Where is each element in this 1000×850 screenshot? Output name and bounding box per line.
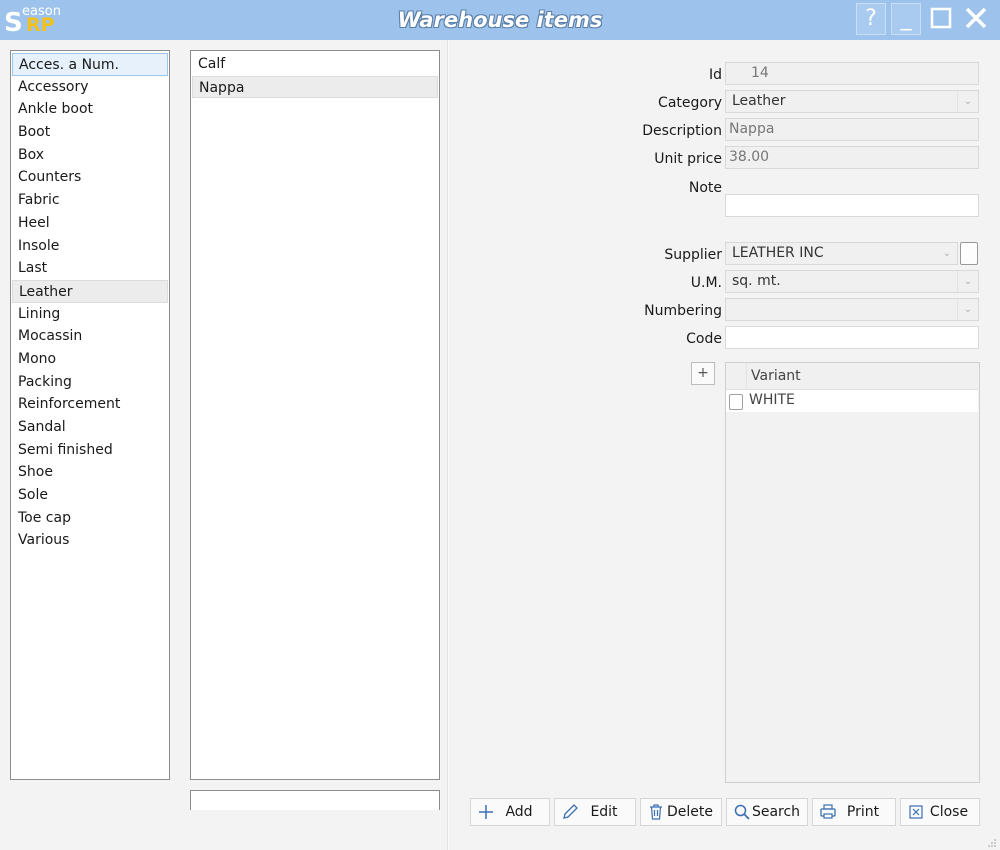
list-item[interactable]: Accessory [12, 76, 168, 99]
variant-grid-header: Variant [726, 363, 978, 390]
list-item[interactable]: Counters [12, 166, 168, 189]
add-button[interactable]: Add [470, 798, 550, 826]
supplier-dropdown[interactable]: LEATHER INC ⌄ [725, 242, 958, 265]
supplier-lookup-button[interactable] [960, 242, 978, 265]
list-item[interactable]: Heel [12, 212, 168, 235]
print-button[interactable]: Print [812, 798, 896, 826]
close-button-label: Close [929, 804, 969, 820]
chevron-down-icon: ⌄ [957, 271, 978, 292]
note-field[interactable] [725, 194, 979, 217]
list-item[interactable]: Mocassin [12, 325, 168, 348]
list-item[interactable]: Fabric [12, 189, 168, 212]
note-label: Note [688, 180, 722, 196]
list-item[interactable]: Sole [12, 484, 168, 507]
variant-column-header: Variant [751, 368, 801, 384]
list-item[interactable]: Shoe [12, 461, 168, 484]
um-dropdown[interactable]: sq. mt. ⌄ [725, 270, 979, 293]
chevron-down-icon: ⌄ [957, 91, 978, 112]
maximize-icon [930, 7, 952, 29]
category-label: Category [658, 95, 722, 111]
supplier-value: LEATHER INC [732, 245, 824, 261]
variant-cell: WHITE [749, 392, 795, 408]
um-value: sq. mt. [732, 273, 781, 289]
edit-button[interactable]: Edit [554, 798, 636, 826]
search-button[interactable]: Search [726, 798, 808, 826]
maximize-button[interactable] [926, 3, 956, 35]
help-button[interactable]: ? [856, 3, 886, 35]
chevron-down-icon: ⌄ [942, 248, 952, 259]
list-item[interactable]: Various [12, 529, 168, 552]
list-item[interactable]: Ankle boot [12, 98, 168, 121]
table-row[interactable]: WHITE [726, 390, 978, 412]
item-form: Id 14 Category Leather ⌄ Description Nap… [449, 40, 1000, 850]
id-field: 14 [725, 62, 979, 85]
list-item[interactable]: Packing [12, 371, 168, 394]
chevron-down-icon: ⌄ [957, 299, 978, 320]
code-label: Code [686, 331, 722, 347]
list-item[interactable]: Sandal [12, 416, 168, 439]
variant-grid[interactable]: Variant WHITE [725, 362, 980, 783]
window-title: Warehouse items [397, 8, 603, 32]
delete-button-label: Delete [667, 804, 713, 820]
grid-corner [726, 363, 747, 389]
list-item[interactable]: Leather [12, 279, 168, 303]
list-item[interactable]: Last [12, 257, 168, 280]
code-field[interactable] [725, 326, 979, 349]
item-list[interactable]: Calf Nappa [190, 50, 440, 780]
edit-button-label: Edit [590, 804, 618, 820]
list-item[interactable]: Reinforcement [12, 393, 168, 416]
numbering-dropdown[interactable]: ⌄ [725, 298, 979, 321]
list-item[interactable]: Calf [192, 53, 438, 76]
list-item[interactable]: Toe cap [12, 507, 168, 530]
list-item[interactable]: Boot [12, 121, 168, 144]
search-button-label: Search [751, 804, 801, 820]
list-item[interactable]: Box [12, 144, 168, 167]
minimize-icon: _ [900, 6, 912, 31]
help-icon: ? [865, 6, 877, 31]
category-value: Leather [732, 93, 786, 109]
list-item[interactable]: Acces. a Num. [12, 53, 168, 76]
close-button[interactable]: Close [900, 798, 980, 826]
row-checkbox[interactable] [729, 394, 743, 410]
list-item[interactable]: Mono [12, 348, 168, 371]
print-button-label: Print [846, 804, 880, 820]
list-item[interactable]: Semi finished [12, 439, 168, 462]
list-item[interactable]: Nappa [192, 75, 438, 99]
resize-grip-icon[interactable] [987, 838, 997, 848]
supplier-label: Supplier [664, 247, 722, 263]
id-label: Id [708, 67, 722, 83]
delete-button[interactable]: Delete [640, 798, 722, 826]
description-label: Description [642, 123, 722, 139]
title-bar: eason S RP Warehouse items ? _ [0, 0, 1000, 40]
unit-price-field[interactable]: 38.00 [725, 146, 979, 169]
close-window-button[interactable] [961, 3, 991, 35]
item-filter-box[interactable] [190, 790, 440, 810]
add-variant-button[interactable]: + [691, 362, 715, 385]
minimize-button[interactable]: _ [891, 3, 921, 35]
unit-price-label: Unit price [654, 151, 722, 167]
numbering-label: Numbering [644, 303, 722, 319]
category-list[interactable]: Acces. a Num. Accessory Ankle boot Boot Box C… [10, 50, 170, 780]
close-icon [965, 7, 987, 29]
list-item[interactable]: Insole [12, 235, 168, 258]
description-field[interactable]: Nappa [725, 118, 979, 141]
add-button-label: Add [505, 804, 533, 820]
um-label: U.M. [690, 275, 722, 291]
list-item[interactable]: Lining [12, 303, 168, 326]
category-dropdown[interactable]: Leather ⌄ [725, 90, 979, 113]
